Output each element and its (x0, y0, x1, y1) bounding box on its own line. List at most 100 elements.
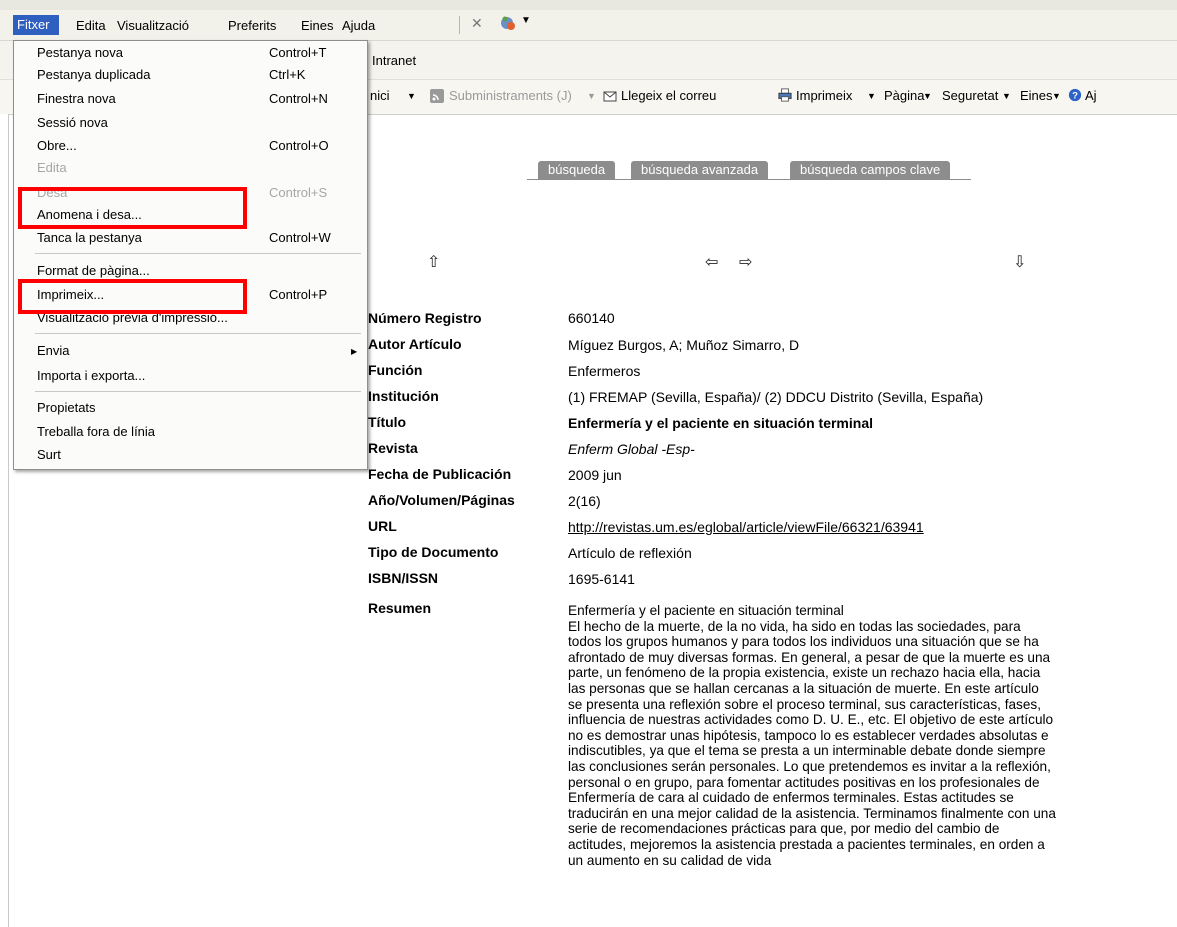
menuitem-pestanya-duplicada[interactable]: Pestanya duplicada (37, 67, 150, 82)
chevron-down-icon[interactable]: ▼ (1002, 91, 1011, 101)
menu-visualitzacio[interactable]: Visualització (114, 16, 192, 35)
menuitem-propietats[interactable]: Propietats (37, 400, 96, 415)
tabs-underline (527, 179, 971, 180)
tools-menu-button[interactable]: Eines (1020, 88, 1053, 103)
resumen-line: Enfermería y el paciente en situación te… (568, 603, 844, 618)
shortcut-label: Ctrl+K (269, 67, 306, 82)
value-isbn: 1695-6141 (568, 571, 635, 587)
value-tipo-documento: Artículo de reflexión (568, 545, 692, 561)
arrow-left-icon[interactable]: ⇦ (705, 252, 718, 272)
tab-busqueda[interactable]: búsqueda (538, 161, 616, 179)
value-autor: Míguez Burgos, A; Muñoz Simarro, D (568, 337, 800, 353)
arrow-down-icon[interactable]: ⇩ (1013, 252, 1026, 272)
chevron-down-icon[interactable]: ▼ (407, 91, 416, 101)
resumen-line: las conclusiones serán personales. Lo qu… (568, 758, 1051, 774)
menu-eines[interactable]: Eines (298, 16, 337, 35)
title-bar-strip (0, 0, 1177, 10)
menuitem-finestra-nova[interactable]: Finestra nova (37, 91, 116, 106)
tab-busqueda-campos-clave[interactable]: búsqueda campos clave (790, 161, 951, 179)
label-funcion: Función (368, 362, 423, 378)
value-titulo: Enfermería y el paciente en situación te… (568, 415, 873, 431)
resumen-line: serie de recomendaciones prácticas para … (568, 821, 1000, 837)
chevron-down-icon[interactable]: ▼ (867, 91, 876, 101)
menu-preferits[interactable]: Preferits (225, 16, 279, 35)
read-mail-button[interactable]: Llegeix el correu (621, 88, 716, 103)
shortcut-label: Control+S (269, 185, 328, 200)
label-autor: Autor Artículo (368, 336, 462, 352)
mail-icon (603, 91, 617, 102)
menubar-separator (459, 16, 460, 34)
printer-icon (778, 88, 792, 102)
print-button[interactable]: Imprimeix (796, 88, 852, 103)
translate-icon[interactable] (499, 14, 517, 32)
menu-separator (35, 253, 361, 254)
resumen-line: no es demostrar unas hipótesis, tampoco … (568, 727, 1049, 743)
menuitem-importa-exporta[interactable]: Importa i exporta... (37, 368, 145, 383)
label-anio-volumen: Año/Volumen/Páginas (368, 492, 515, 508)
menuitem-surt[interactable]: Surt (37, 447, 61, 462)
menuitem-sessio-nova[interactable]: Sessió nova (37, 115, 108, 130)
resumen-line: influencia de nuestras actividades como … (568, 712, 1054, 728)
tab-intranet[interactable]: Intranet (372, 53, 416, 68)
help-menu-button[interactable]: Aj (1085, 88, 1097, 103)
chevron-down-icon[interactable]: ▼ (923, 91, 932, 101)
value-resumen: Enfermería y el paciente en situación te… (568, 603, 1128, 868)
help-icon: ? (1068, 88, 1082, 102)
close-icon[interactable]: ✕ (471, 15, 483, 32)
resumen-line: un aumento en su calidad de vida (568, 852, 772, 868)
menu-fitxer[interactable]: Fitxer (13, 15, 59, 35)
chevron-down-icon[interactable]: ▼ (521, 15, 531, 26)
home-button[interactable]: nici (370, 88, 390, 103)
menu-edita[interactable]: Edita (73, 16, 109, 35)
menu-ajuda[interactable]: Ajuda (339, 16, 378, 35)
resumen-line: todos los grupos humanos y para todos lo… (568, 634, 1039, 650)
label-tipo-documento: Tipo de Documento (368, 544, 499, 560)
value-institucion: (1) FREMAP (Sevilla, España)/ (2) DDCU D… (568, 389, 984, 405)
shortcut-label: Control+N (269, 91, 328, 106)
label-numero-registro: Número Registro (368, 310, 482, 326)
feeds-button[interactable]: Subministraments (J) (449, 88, 572, 103)
menuitem-format-pagina[interactable]: Format de pàgina... (37, 263, 150, 278)
label-fecha: Fecha de Publicación (368, 466, 512, 482)
menu-separator (35, 333, 361, 334)
value-fecha: 2009 jun (568, 467, 622, 483)
value-url-link[interactable]: http://revistas.um.es/eglobal/article/vi… (568, 519, 924, 535)
page-menu-button[interactable]: Pàgina (884, 88, 924, 103)
resumen-line: personal o en grupo, para fomentar actit… (568, 774, 1040, 790)
tab-busqueda-avanzada[interactable]: búsqueda avanzada (631, 161, 769, 179)
label-institucion: Institución (368, 388, 439, 404)
submenu-arrow-icon: ▶ (351, 347, 358, 356)
resumen-line: parte, un fenómeno de la propia existenc… (568, 665, 1041, 681)
label-isbn: ISBN/ISSN (368, 570, 439, 586)
menuitem-tanca-pestanya[interactable]: Tanca la pestanya (37, 230, 142, 245)
resumen-line: indiscutibles, ya que el tema se presta … (568, 743, 1046, 759)
shortcut-label: Control+O (269, 138, 329, 153)
resumen-line: Enfermería de cara al cuidado de enfermo… (568, 790, 1014, 806)
label-url: URL (368, 518, 397, 534)
label-resumen: Resumen (368, 600, 432, 616)
highlight-box-anomena (18, 187, 247, 229)
value-revista: Enferm Global -Esp- (568, 441, 695, 457)
left-edge (0, 114, 9, 927)
feeds-icon (430, 89, 444, 103)
resumen-line: traducirán en una mejor calidad de la as… (568, 805, 1056, 821)
resumen-line: actitudes, mejoremos la asistencia prest… (568, 836, 1045, 852)
label-revista: Revista (368, 440, 418, 456)
menu-separator (35, 391, 361, 392)
shortcut-label: Control+T (269, 45, 327, 60)
menuitem-edita: Edita (37, 160, 67, 175)
menuitem-pestanya-nova[interactable]: Pestanya nova (37, 45, 123, 60)
resumen-line: El hecho de la muerte, de la no vida, ha… (568, 618, 1021, 634)
menuitem-envia[interactable]: Envia (37, 343, 70, 358)
chevron-down-icon[interactable]: ▼ (1052, 91, 1061, 101)
value-anio-volumen: 2(16) (568, 493, 601, 509)
svg-text:?: ? (1072, 91, 1078, 102)
menuitem-obre[interactable]: Obre... (37, 138, 77, 153)
security-menu-button[interactable]: Seguretat (942, 88, 998, 103)
menuitem-treballa-fora-linia[interactable]: Treballa fora de línia (37, 424, 155, 439)
arrow-right-icon[interactable]: ⇨ (739, 252, 752, 272)
arrow-up-icon[interactable]: ⇧ (427, 252, 440, 272)
resumen-line: se presenta una reflexión sobre el proce… (568, 696, 1041, 712)
chevron-down-icon[interactable]: ▼ (587, 91, 596, 101)
resumen-line: afrontado de muy diversas formas. En gen… (568, 649, 1051, 665)
